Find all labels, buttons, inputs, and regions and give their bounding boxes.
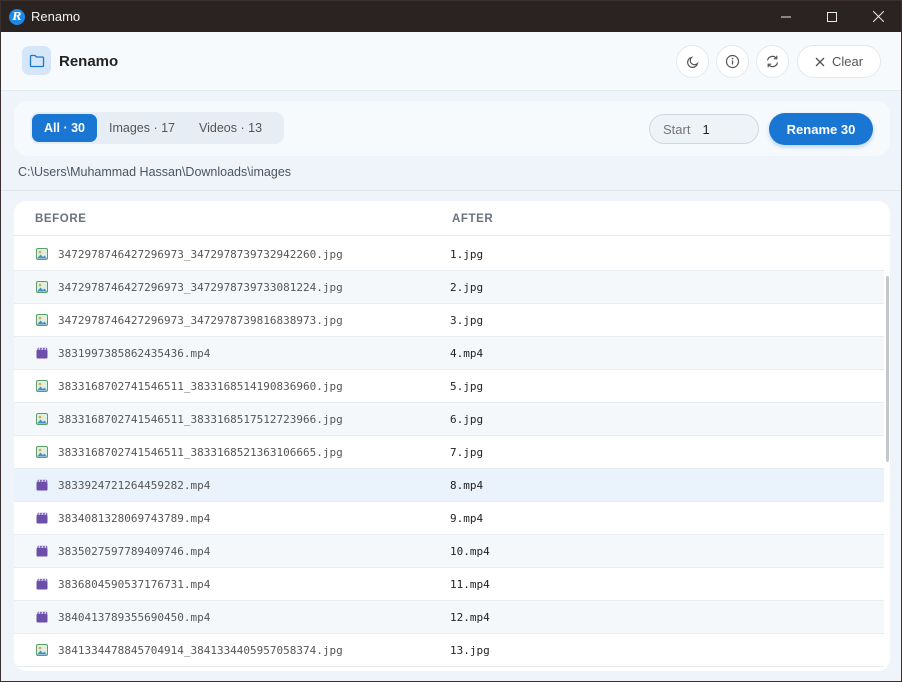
- start-number-input[interactable]: [702, 121, 753, 137]
- start-label: Start: [663, 121, 691, 137]
- table-row[interactable]: 3836804590537176731.mp4 11.mp4: [14, 568, 884, 601]
- window-title: Renamo: [31, 9, 81, 24]
- new-filename: 11.mp4: [450, 578, 490, 591]
- new-filename: 7.jpg: [450, 446, 484, 459]
- app-name: Renamo: [59, 53, 119, 70]
- table-row[interactable]: 3834081328069743789.mp4 9.mp4: [14, 502, 884, 535]
- tab-all[interactable]: All · 30: [32, 114, 97, 142]
- original-filename: 3836804590537176731.mp4: [58, 578, 211, 591]
- app-header: Renamo Clear: [1, 32, 901, 91]
- image-file-icon: [36, 446, 48, 458]
- image-file-icon: [36, 248, 48, 260]
- table-row[interactable]: 3833168702741546511_3833168521363106665.…: [14, 436, 884, 469]
- info-icon: [725, 54, 740, 69]
- window-controls: [763, 1, 901, 32]
- original-filename: 3472978746427296973_3472978739732942260.…: [58, 248, 343, 261]
- close-window-button[interactable]: [855, 1, 901, 32]
- clear-label: Clear: [831, 54, 864, 69]
- new-filename: 3.jpg: [450, 314, 484, 327]
- folder-path: C:\Users\Muhammad Hassan\Downloads\image…: [18, 165, 292, 179]
- image-file-icon: [36, 380, 48, 392]
- image-file-icon: [36, 413, 48, 425]
- clear-button[interactable]: Clear: [797, 45, 881, 78]
- theme-toggle-button[interactable]: [676, 45, 709, 78]
- table-row[interactable]: 3472978746427296973_3472978739816838973.…: [14, 304, 884, 337]
- maximize-icon: [827, 11, 837, 22]
- new-filename: 13.jpg: [450, 644, 490, 657]
- original-filename: 3833168702741546511_3833168514190836960.…: [58, 380, 343, 393]
- close-icon: [872, 11, 884, 22]
- minimize-icon: [781, 16, 791, 17]
- new-filename: 4.mp4: [450, 347, 484, 360]
- original-filename: 3840413789355690450.mp4: [58, 611, 211, 624]
- table-row[interactable]: 3841334478845704914_3841334405957058374.…: [14, 634, 884, 667]
- table-row[interactable]: 3833924721264459282.mp4 8.mp4: [14, 469, 884, 502]
- rename-table: BEFORE AFTER 3472978746427296973_3472978…: [14, 201, 890, 671]
- original-filename: 3472978746427296973_3472978739816838973.…: [58, 314, 343, 327]
- original-filename: 3833168702741546511_3833168521363106665.…: [58, 446, 343, 459]
- table-row[interactable]: 3472978746427296973_3472978739732942260.…: [14, 238, 884, 271]
- new-filename: 9.mp4: [450, 512, 484, 525]
- table-row[interactable]: 3472978746427296973_3472978739733081224.…: [14, 271, 884, 304]
- divider: [1, 190, 901, 191]
- original-filename: 3833924721264459282.mp4: [58, 479, 211, 492]
- info-button[interactable]: [716, 45, 749, 78]
- scrollbar-thumb[interactable]: [886, 276, 889, 462]
- new-filename: 1.jpg: [450, 248, 484, 261]
- original-filename: 3833168702741546511_3833168517512723966.…: [58, 413, 343, 426]
- table-header: BEFORE AFTER: [14, 201, 890, 236]
- scrollbar[interactable]: [884, 238, 890, 671]
- video-file-icon: [36, 611, 48, 623]
- refresh-button[interactable]: [756, 45, 789, 78]
- new-filename: 6.jpg: [450, 413, 484, 426]
- video-file-icon: [36, 545, 48, 557]
- table-row[interactable]: 3833168702741546511_3833168514190836960.…: [14, 370, 884, 403]
- original-filename: 3831997385862435436.mp4: [58, 347, 211, 360]
- filter-tabs: All · 30 Images · 17 Videos · 13: [30, 112, 284, 144]
- video-file-icon: [36, 479, 48, 491]
- original-filename: 3835027597789409746.mp4: [58, 545, 211, 558]
- refresh-icon: [766, 55, 779, 68]
- original-filename: 3472978746427296973_3472978739733081224.…: [58, 281, 343, 294]
- table-row[interactable]: 3833168702741546511_3833168517512723966.…: [14, 403, 884, 436]
- app-logo-icon: R: [9, 8, 25, 25]
- table-row[interactable]: 3840413789355690450.mp4 12.mp4: [14, 601, 884, 634]
- rename-button[interactable]: Rename 30: [769, 113, 873, 145]
- filter-bar: All · 30 Images · 17 Videos · 13 Start R…: [14, 101, 890, 156]
- start-number-field: Start: [649, 114, 759, 144]
- new-filename: 10.mp4: [450, 545, 490, 558]
- video-file-icon: [36, 512, 48, 524]
- maximize-button[interactable]: [809, 1, 855, 32]
- original-filename: 3841334478845704914_3841334405957058374.…: [58, 644, 343, 657]
- image-file-icon: [36, 644, 48, 656]
- video-file-icon: [36, 347, 48, 359]
- new-filename: 2.jpg: [450, 281, 484, 294]
- column-header-before: BEFORE: [35, 213, 87, 225]
- image-file-icon: [36, 314, 48, 326]
- app-logo-letter: R: [12, 10, 22, 23]
- column-header-after: AFTER: [452, 213, 494, 225]
- video-file-icon: [36, 578, 48, 590]
- new-filename: 8.mp4: [450, 479, 484, 492]
- table-row[interactable]: 3835027597789409746.mp4 10.mp4: [14, 535, 884, 568]
- x-icon: [815, 57, 825, 66]
- folder-icon[interactable]: [22, 46, 51, 75]
- table-row[interactable]: 3831997385862435436.mp4 4.mp4: [14, 337, 884, 370]
- minimize-button[interactable]: [763, 1, 809, 32]
- original-filename: 3834081328069743789.mp4: [58, 512, 211, 525]
- tab-videos[interactable]: Videos · 13: [187, 114, 274, 142]
- new-filename: 12.mp4: [450, 611, 490, 624]
- moon-icon: [686, 55, 699, 68]
- tab-images[interactable]: Images · 17: [97, 114, 187, 142]
- title-bar: R Renamo: [1, 1, 901, 32]
- image-file-icon: [36, 281, 48, 293]
- table-body: 3472978746427296973_3472978739732942260.…: [14, 238, 884, 667]
- new-filename: 5.jpg: [450, 380, 484, 393]
- app-window: R Renamo Renamo Clear All · 30 Images · …: [0, 0, 902, 682]
